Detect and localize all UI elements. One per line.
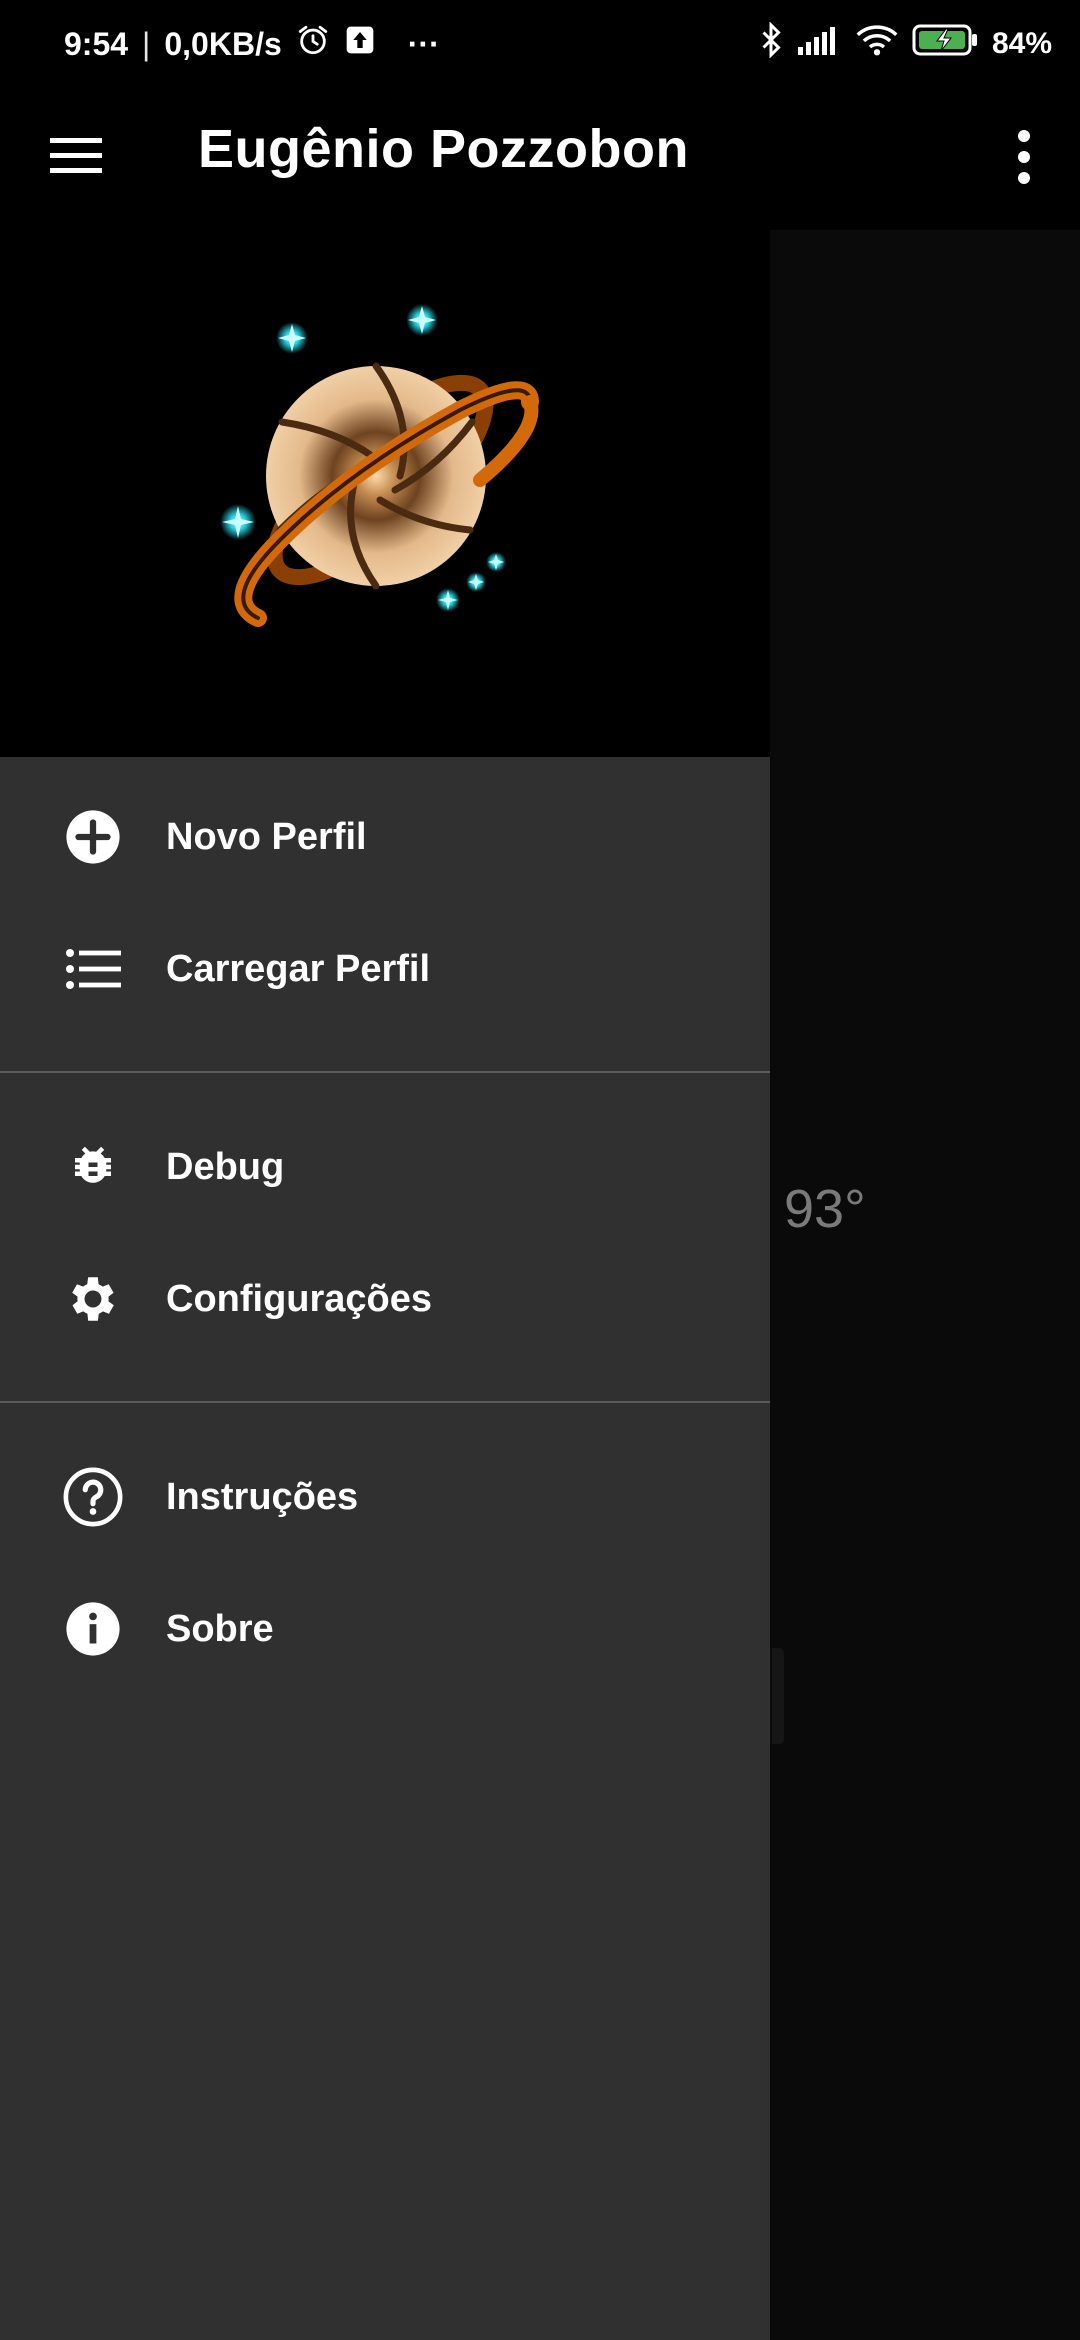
drawer-header	[0, 230, 770, 757]
overflow-menu-button[interactable]	[1004, 122, 1044, 192]
drawer-menu: Novo Perfil Carregar Perfil Debug Config…	[0, 757, 770, 1695]
battery-percent: 84%	[991, 27, 1052, 60]
background-card	[772, 1648, 784, 1744]
app-bar: Eugênio Pozzobon	[0, 88, 1080, 230]
status-separator: |	[142, 25, 151, 62]
menu-item-sobre[interactable]: Sobre	[0, 1563, 770, 1695]
menu-item-instrucoes[interactable]: Instruções	[0, 1431, 770, 1563]
list-icon	[62, 938, 124, 1000]
menu-item-debug[interactable]: Debug	[0, 1101, 770, 1233]
bluetooth-icon	[758, 21, 784, 66]
menu-item-label: Carregar Perfil	[166, 947, 431, 990]
background-value: 93°	[784, 1179, 866, 1239]
status-net-speed: 0,0KB/s	[164, 25, 282, 62]
upload-icon	[344, 24, 376, 64]
hamburger-menu-button[interactable]	[46, 126, 106, 186]
alarm-icon	[296, 23, 330, 65]
screen: 9:54 | 0,0KB/s ··· 84% Eugênio Pozzobon …	[0, 0, 1080, 2340]
battery-charging-icon	[912, 23, 978, 65]
menu-item-label: Debug	[166, 1145, 285, 1188]
menu-item-label: Novo Perfil	[166, 815, 367, 858]
wifi-icon	[856, 24, 898, 64]
menu-item-configuracoes[interactable]: Configurações	[0, 1233, 770, 1365]
help-circle-icon	[62, 1466, 124, 1528]
app-title: Eugênio Pozzobon	[198, 119, 689, 179]
add-circle-icon	[62, 806, 124, 868]
more-vert-icon	[1018, 130, 1030, 184]
status-more: ···	[407, 25, 440, 62]
background-content	[770, 230, 1080, 2340]
menu-item-label: Sobre	[166, 1607, 274, 1650]
bug-icon	[62, 1136, 124, 1198]
menu-item-label: Configurações	[166, 1277, 433, 1320]
menu-item-novo-perfil[interactable]: Novo Perfil	[0, 771, 770, 903]
status-time: 9:54	[64, 25, 129, 62]
saturn-aperture-logo	[220, 304, 539, 627]
hamburger-icon	[50, 138, 102, 173]
navigation-drawer: Novo Perfil Carregar Perfil Debug Config…	[0, 230, 770, 2340]
status-bar: 9:54 | 0,0KB/s ··· 84%	[0, 0, 1080, 88]
gear-icon	[62, 1268, 124, 1330]
menu-item-label: Instruções	[166, 1475, 359, 1518]
status-left: 9:54 | 0,0KB/s ···	[64, 23, 440, 65]
status-right: 84%	[758, 21, 1052, 66]
menu-item-carregar-perfil[interactable]: Carregar Perfil	[0, 903, 770, 1035]
signal-icon	[797, 25, 842, 63]
info-icon	[62, 1598, 124, 1660]
